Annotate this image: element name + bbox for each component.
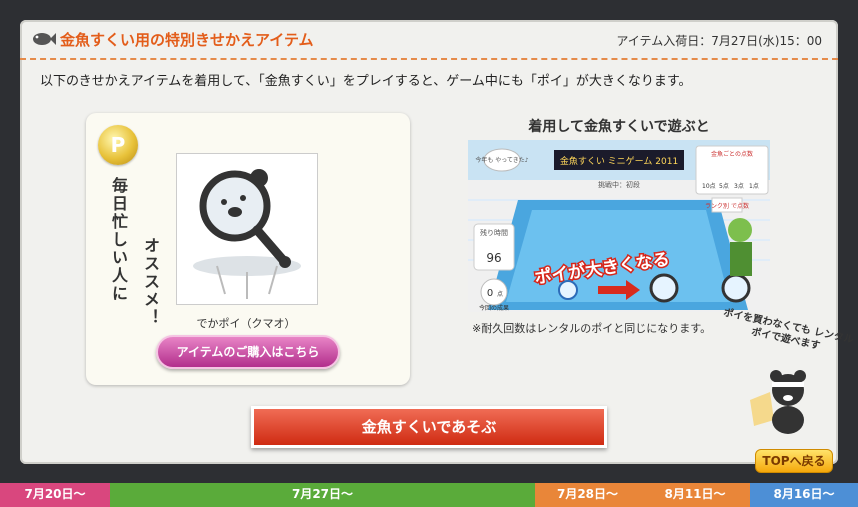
intro-text: 以下のきせかえアイテムを着用して、「金魚すくい」をプレイすると、ゲーム中にも「ポ… [40,74,692,89]
date-tab-bar: 7月20日～ 7月27日～ 7月28日～ 8月11日～ 8月16日～ [0,483,858,507]
time-label: 残り時間 [480,228,508,237]
item-name: でかポイ（クマオ） [196,317,296,330]
durability-note: ※耐久回数はレンタルのポイと同じになります。 [472,322,712,335]
tab-0728[interactable]: 7月28日～ [535,483,640,507]
tab-0720[interactable]: 7月20日～ [0,483,110,507]
time-value: 96 [486,251,501,265]
panel-header: 金魚すくい用の特別きせかえアイテム アイテム入荷日：7月27日(水)15：00 [20,20,838,60]
tab-0811[interactable]: 8月11日～ [640,483,750,507]
rental-bubble: ポイを買わなくても レンタルポイで遊べます [722,307,855,353]
score-caption: 今回の成果 [479,304,509,312]
side-sign: ランク別 で点数 [705,202,749,210]
main-panel: 金魚すくい用の特別きせかえアイテム アイテム入荷日：7月27日(水)15：00 … [20,20,854,473]
recommend-text-2: オススメ！ [141,237,160,327]
bear-mascot-icon [750,370,806,434]
game-title: 金魚すくい ミニゲーム 2011 [560,155,678,167]
page-title: 金魚すくい用の特別きせかえアイテム [60,31,314,49]
score-value: 0 [487,288,493,299]
item-card: P 毎日忙しい人に オススメ！ でかポイ（クマオ） アイテムのご購入はこちら [86,113,410,385]
tab-0816[interactable]: 8月16日～ [750,483,858,507]
buy-item-button[interactable]: アイテムのご購入はこちら [156,335,340,369]
game-status: 挑戦中：初段 [598,180,640,189]
arrival-date: アイテム入荷日：7月27日(水)15：00 [616,34,822,48]
top-back-button[interactable]: TOPへ戻る [755,449,833,473]
table-v3: 1点 [749,182,759,190]
recommend-text-1: 毎日忙しい人に [109,177,128,303]
table-v0: 10点 [702,182,716,190]
goldfish-icon [33,33,56,45]
game-preview-icon: 金魚すくい ミニゲーム 2011 挑戦中：初段 今年も やってきた♪ 残り時間 … [468,140,770,312]
score-unit: 点 [497,290,503,298]
play-goldfish-button[interactable]: 金魚すくいであそぶ [251,406,607,448]
item-image [176,153,318,305]
table-v2: 3点 [734,182,744,190]
bear-poi-icon [193,169,301,299]
game-screenshot: 金魚すくい ミニゲーム 2011 挑戦中：初段 今年も やってきた♪ 残り時間 … [468,140,770,312]
game-speech: 今年も やってきた♪ [475,156,528,164]
play-heading: 着用して金魚すくいで遊ぶと [528,119,710,135]
table-v1: 5点 [719,182,729,190]
premium-coin-icon: P [98,125,138,165]
table-title: 金魚ごとの点数 [711,150,753,158]
tab-0727[interactable]: 7月27日～ [110,483,535,507]
